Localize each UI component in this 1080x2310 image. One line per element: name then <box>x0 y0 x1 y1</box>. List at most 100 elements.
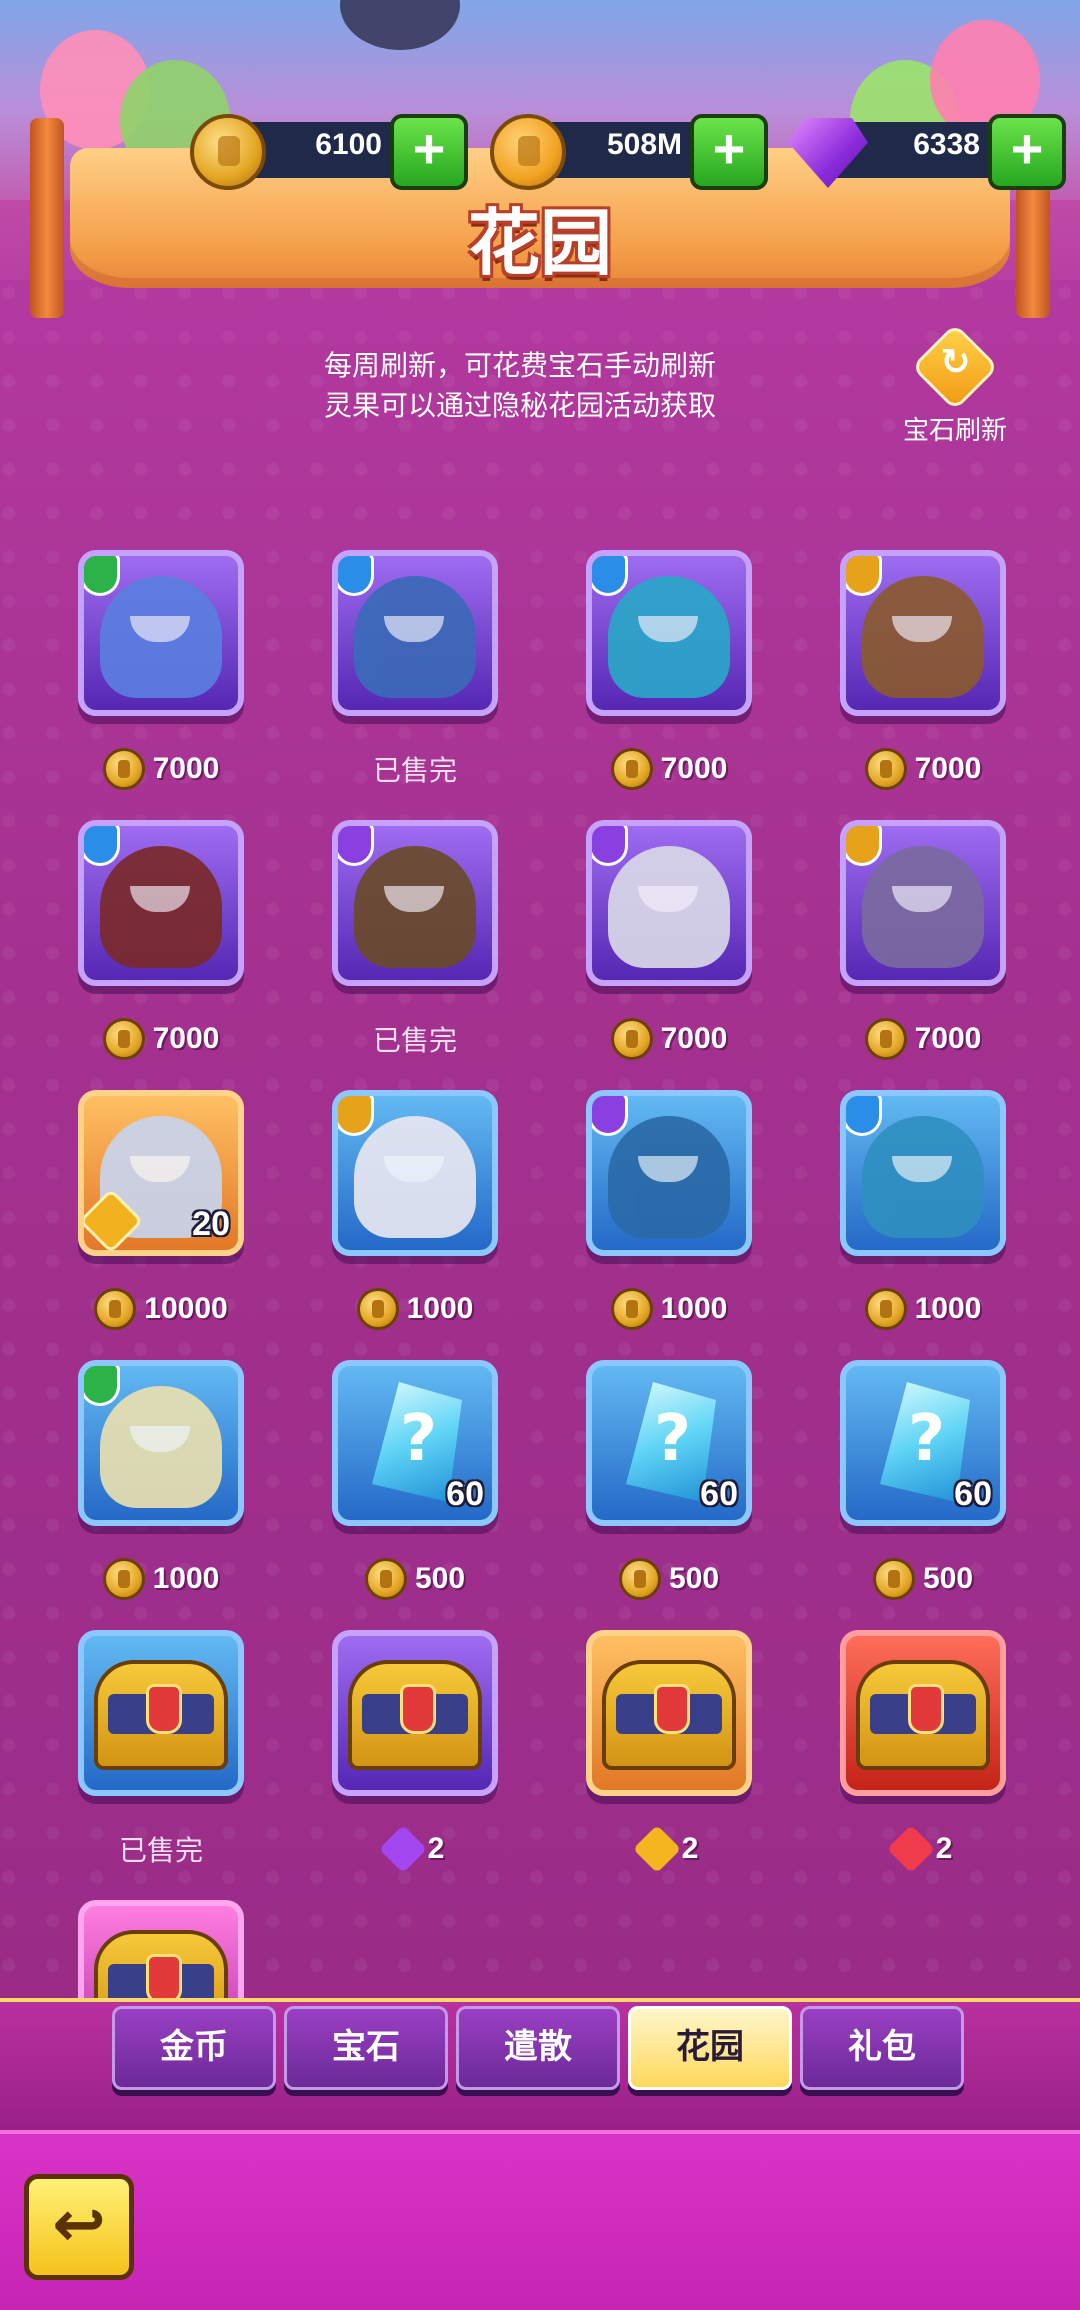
rarity-badge-icon <box>846 1096 882 1136</box>
shop-item[interactable]: 1000 <box>332 1090 502 1340</box>
treasure-chest-icon <box>602 1660 736 1770</box>
hero-shard-card[interactable]: 20 <box>78 1090 244 1256</box>
item-price: 1000 <box>68 1556 254 1602</box>
shop-item[interactable]: 1000 <box>78 1360 248 1610</box>
item-price: 2 <box>576 1824 762 1874</box>
tab-coins[interactable]: 金币 <box>112 2006 276 2090</box>
hero-card[interactable] <box>332 820 498 986</box>
mascot-decoration <box>340 0 460 50</box>
rarity-badge-icon <box>846 826 882 866</box>
price-value: 2 <box>681 1832 699 1865</box>
shop-item[interactable]: 2 <box>332 1630 502 1880</box>
hero-portrait <box>354 576 476 698</box>
add-coin-button[interactable]: + <box>390 114 468 190</box>
crystal-card[interactable]: 60 <box>586 1360 752 1526</box>
hero-card[interactable] <box>586 1090 752 1256</box>
shop-item[interactable]: 7000 <box>840 820 1010 1070</box>
gem-refresh-label: 宝石刷新 <box>902 416 1007 446</box>
hero-card[interactable] <box>840 550 1006 716</box>
coin-amount: 6100 <box>315 128 382 161</box>
coin-icon <box>102 1558 145 1600</box>
chest-card[interactable] <box>586 1630 752 1796</box>
coin-icon <box>356 1288 399 1330</box>
rarity-badge-icon <box>338 1096 374 1136</box>
gem-refresh-button[interactable]: 宝石刷新 <box>890 323 1020 447</box>
hero-card[interactable] <box>78 550 244 716</box>
add-gem-button[interactable]: + <box>988 114 1066 190</box>
rarity-badge-icon <box>84 1366 120 1406</box>
rarity-badge-icon <box>84 826 120 866</box>
coin-icon <box>610 1018 653 1060</box>
shop-item[interactable]: 1000 <box>586 1090 756 1340</box>
tab-gift-pack[interactable]: 礼包 <box>800 2006 964 2090</box>
coin-icon <box>872 1558 915 1600</box>
gem-amount: 6338 <box>913 128 980 161</box>
coin-icon <box>864 1018 907 1060</box>
item-quantity: 60 <box>446 1475 484 1513</box>
hero-card[interactable] <box>586 820 752 986</box>
chest-card[interactable] <box>332 1630 498 1796</box>
treasure-chest-icon <box>94 1660 228 1770</box>
shop-item[interactable]: 已售完 <box>78 1630 248 1880</box>
refresh-icon <box>911 323 999 411</box>
item-price: 7000 <box>68 746 254 792</box>
hero-portrait <box>354 1116 476 1238</box>
hero-portrait <box>100 576 222 698</box>
tab-garden[interactable]: 花园 <box>628 2006 792 2090</box>
shop-tab-bar: 金币 宝石 遣散 花园 礼包 <box>0 1998 1080 2130</box>
coin-icon <box>102 748 145 790</box>
hero-card[interactable] <box>332 1090 498 1256</box>
shop-item[interactable]: 20 10000 <box>78 1090 248 1340</box>
shop-item[interactable]: 1000 <box>840 1090 1010 1340</box>
puzzle-piece-icon <box>632 1824 681 1874</box>
item-price: 7000 <box>576 1016 762 1062</box>
shop-item[interactable]: 已售完 <box>332 820 502 1070</box>
price-value: 500 <box>668 1562 720 1595</box>
crystal-card[interactable]: 60 <box>332 1360 498 1526</box>
shop-item[interactable]: 7000 <box>586 820 756 1070</box>
hero-portrait <box>608 1116 730 1238</box>
hero-portrait <box>862 846 984 968</box>
hero-card[interactable] <box>332 550 498 716</box>
shop-item[interactable]: 7000 <box>840 550 1010 800</box>
shop-item[interactable]: 2 <box>840 1630 1010 1880</box>
item-price: 500 <box>322 1556 508 1602</box>
piggy-coin-amount: 508M <box>606 128 682 161</box>
price-value: 7000 <box>914 752 982 785</box>
hero-card[interactable] <box>586 550 752 716</box>
puzzle-piece-icon <box>886 1824 935 1874</box>
hero-card[interactable] <box>840 820 1006 986</box>
hero-card[interactable] <box>840 1090 1006 1256</box>
back-button[interactable]: ↩ <box>24 2174 134 2280</box>
add-piggy-coin-button[interactable]: + <box>690 114 768 190</box>
hero-card[interactable] <box>78 1360 244 1526</box>
chest-card[interactable] <box>840 1630 1006 1796</box>
price-value: 7000 <box>914 1022 982 1055</box>
shop-item[interactable]: 60 500 <box>840 1360 1010 1610</box>
shop-item[interactable]: 7000 <box>586 550 756 800</box>
item-price: 1000 <box>830 1286 1016 1332</box>
rarity-badge-icon <box>84 556 120 596</box>
rarity-badge-icon <box>592 826 628 866</box>
chest-card[interactable] <box>78 1630 244 1796</box>
rarity-badge-icon <box>592 556 628 596</box>
shop-item[interactable]: 60 500 <box>586 1360 756 1610</box>
hero-card[interactable] <box>78 820 244 986</box>
crystal-card[interactable]: 60 <box>840 1360 1006 1526</box>
tab-gems[interactable]: 宝石 <box>284 2006 448 2090</box>
item-price: 500 <box>830 1556 1016 1602</box>
piggy-coin-currency: 508M + <box>490 114 780 190</box>
tab-dismiss[interactable]: 遣散 <box>456 2006 620 2090</box>
shop-item[interactable]: 7000 <box>78 550 248 800</box>
hero-portrait <box>354 846 476 968</box>
item-price: 500 <box>576 1556 762 1602</box>
shop-item[interactable]: 2 <box>586 1630 756 1880</box>
shop-item[interactable]: 7000 <box>78 820 248 1070</box>
item-price: 7000 <box>68 1016 254 1062</box>
shop-item[interactable]: 已售完 <box>332 550 502 800</box>
shop-item[interactable]: 60 500 <box>332 1360 502 1610</box>
sold-out-label: 已售完 <box>118 1834 203 1867</box>
price-value: 10000 <box>144 1292 228 1325</box>
rarity-badge-icon <box>338 826 374 866</box>
price-value: 1000 <box>914 1292 982 1325</box>
